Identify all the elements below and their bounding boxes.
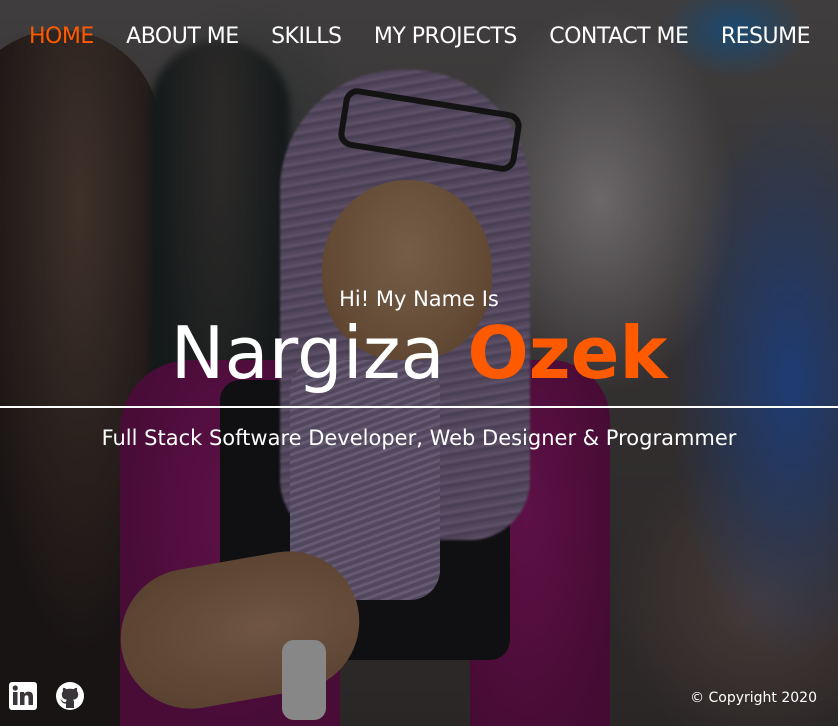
hero-divider	[0, 406, 838, 408]
main-nav: HOME ABOUT ME SKILLS MY PROJECTS CONTACT…	[29, 22, 811, 52]
copyright-text: © Copyright 2020	[690, 690, 817, 706]
nav-about-me[interactable]: ABOUT ME	[126, 22, 239, 52]
nav-skills[interactable]: SKILLS	[271, 22, 342, 52]
hero-last-name: Ozek	[467, 311, 668, 395]
linkedin-link[interactable]	[8, 681, 38, 711]
hero-tagline: Full Stack Software Developer, Web Desig…	[101, 426, 737, 450]
nav-home[interactable]: HOME	[29, 22, 94, 52]
social-links	[8, 681, 85, 711]
nav-contact-me[interactable]: CONTACT ME	[549, 22, 689, 52]
github-icon	[56, 682, 84, 710]
nav-my-projects[interactable]: MY PROJECTS	[374, 22, 517, 52]
hero-first-name: Nargiza	[170, 311, 445, 395]
nav-resume[interactable]: RESUME	[721, 22, 811, 52]
linkedin-icon	[9, 682, 37, 710]
github-link[interactable]	[55, 681, 85, 711]
hero-name: Nargiza Ozek	[0, 307, 838, 399]
